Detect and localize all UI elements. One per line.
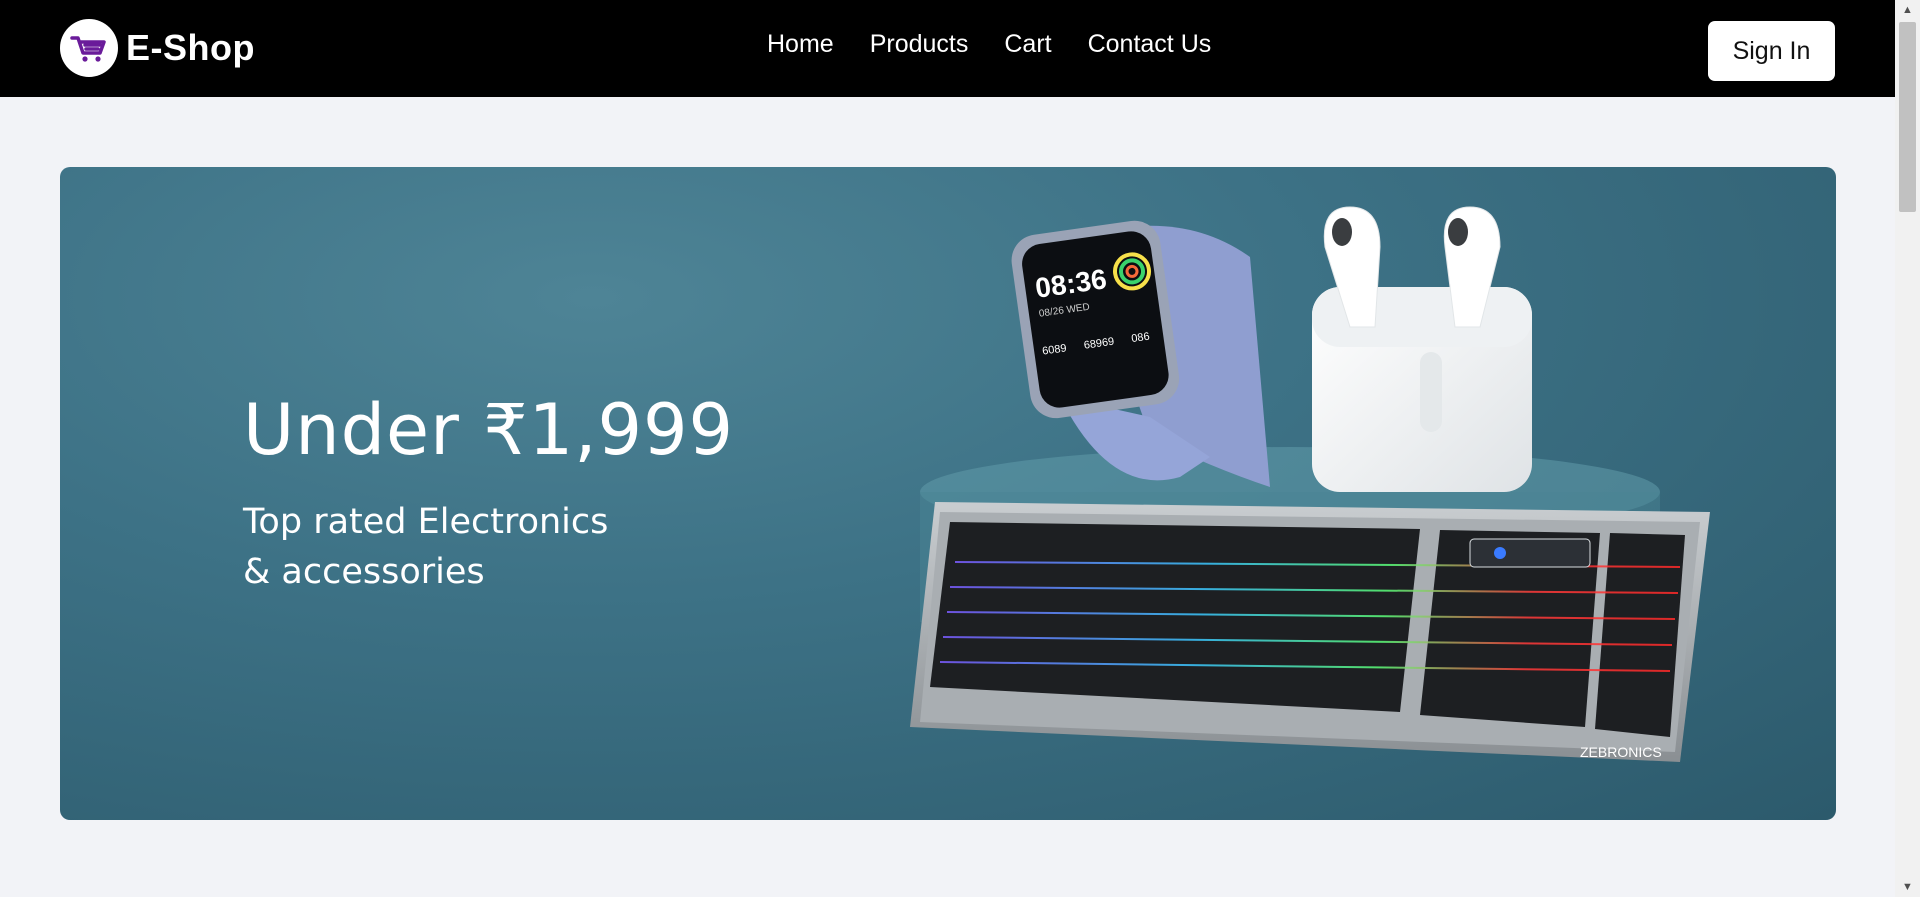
- scroll-down-arrow-icon[interactable]: ▼: [1895, 877, 1920, 897]
- hero-product-image: 08:36 08/26 WED 6089 68969 086 ZEBRONICS: [910, 206, 1710, 762]
- hero-subtitle-line1: Top rated Electronics: [243, 502, 609, 542]
- scroll-up-arrow-icon[interactable]: ▲: [1895, 0, 1920, 20]
- main-nav: Home Products Cart Contact Us: [767, 30, 1211, 59]
- brand-name: E-Shop: [126, 27, 255, 68]
- smartwatch: 08:36 08/26 WED 6089 68969 086: [1011, 220, 1270, 487]
- hero-subtitle: Top rated Electronics & accessories: [243, 497, 608, 597]
- keyboard-brand: ZEBRONICS: [1580, 744, 1662, 760]
- sign-in-button[interactable]: Sign In: [1708, 21, 1835, 81]
- brand[interactable]: E-Shop: [60, 19, 255, 77]
- scroll-thumb[interactable]: [1899, 22, 1916, 212]
- hero-banner[interactable]: Under ₹1,999 Top rated Electronics & acc…: [60, 167, 1836, 820]
- gaming-keyboard: ZEBRONICS: [910, 502, 1710, 762]
- page-scrollbar[interactable]: ▲ ▼: [1895, 0, 1920, 897]
- nav-products-link[interactable]: Products: [870, 30, 969, 59]
- top-navbar: E-Shop Home Products Cart Contact Us Sig…: [0, 0, 1895, 97]
- nav-contact-link[interactable]: Contact Us: [1088, 30, 1212, 59]
- shopping-cart-icon: [60, 19, 118, 77]
- earbuds-case: [1312, 206, 1532, 492]
- hero-title: Under ₹1,999: [243, 389, 735, 471]
- nav-cart-link[interactable]: Cart: [1004, 30, 1051, 59]
- hero-subtitle-line2: & accessories: [243, 552, 485, 592]
- nav-home-link[interactable]: Home: [767, 30, 834, 59]
- watch-stat3: 086: [1131, 331, 1151, 345]
